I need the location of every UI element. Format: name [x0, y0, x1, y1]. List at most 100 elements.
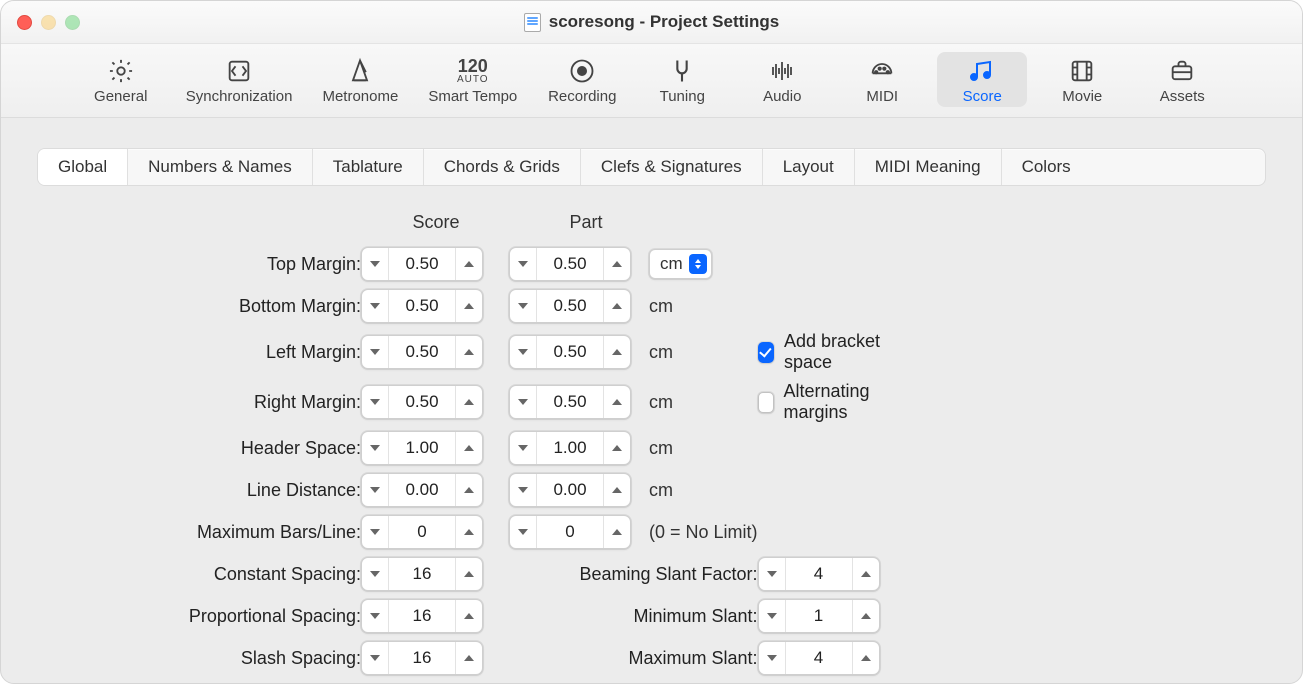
stepper-value[interactable]: 0.50 — [389, 392, 455, 412]
stepper-increment[interactable] — [852, 642, 879, 674]
stepper-value[interactable]: 16 — [389, 648, 455, 668]
bottom-margin-part-stepper[interactable]: 0.50 — [509, 289, 631, 323]
stepper-decrement[interactable] — [759, 600, 786, 632]
stepper-increment[interactable] — [455, 336, 482, 368]
stepper-value[interactable]: 0.50 — [537, 296, 603, 316]
tab-tuning[interactable]: Tuning — [637, 52, 727, 107]
stepper-value[interactable]: 0.00 — [389, 480, 455, 500]
stepper-value[interactable]: 4 — [786, 564, 852, 584]
stepper-value[interactable]: 0 — [389, 522, 455, 542]
stepper-increment[interactable] — [603, 432, 630, 464]
stepper-increment[interactable] — [455, 432, 482, 464]
stepper-value[interactable]: 0 — [537, 522, 603, 542]
left-margin-part-stepper[interactable]: 0.50 — [509, 335, 631, 369]
tab-midi[interactable]: MIDI — [837, 52, 927, 107]
stepper-value[interactable]: 0.50 — [389, 254, 455, 274]
stepper-decrement[interactable] — [362, 600, 389, 632]
subtab-tablature[interactable]: Tablature — [313, 149, 424, 185]
stepper-increment[interactable] — [603, 516, 630, 548]
stepper-increment[interactable] — [603, 336, 630, 368]
stepper-increment[interactable] — [852, 558, 879, 590]
stepper-value[interactable]: 0.50 — [537, 254, 603, 274]
slash-spacing-stepper[interactable]: 16 — [361, 641, 483, 675]
max-bars-score-stepper[interactable]: 0 — [361, 515, 483, 549]
stepper-decrement[interactable] — [510, 386, 537, 418]
tab-assets[interactable]: Assets — [1137, 52, 1227, 107]
tab-movie[interactable]: Movie — [1037, 52, 1127, 107]
max-bars-part-stepper[interactable]: 0 — [509, 515, 631, 549]
header-space-score-stepper[interactable]: 1.00 — [361, 431, 483, 465]
stepper-value[interactable]: 0.50 — [537, 392, 603, 412]
stepper-value[interactable]: 16 — [389, 564, 455, 584]
subtab-global[interactable]: Global — [38, 149, 128, 185]
header-space-part-stepper[interactable]: 1.00 — [509, 431, 631, 465]
stepper-decrement[interactable] — [362, 336, 389, 368]
subtab-numbers-names[interactable]: Numbers & Names — [128, 149, 313, 185]
subtab-layout[interactable]: Layout — [763, 149, 855, 185]
subtab-clefs-signatures[interactable]: Clefs & Signatures — [581, 149, 763, 185]
minimum-slant-stepper[interactable]: 1 — [758, 599, 880, 633]
stepper-value[interactable]: 0.00 — [537, 480, 603, 500]
stepper-increment[interactable] — [603, 474, 630, 506]
stepper-increment[interactable] — [455, 290, 482, 322]
stepper-decrement[interactable] — [362, 474, 389, 506]
maximum-slant-stepper[interactable]: 4 — [758, 641, 880, 675]
stepper-decrement[interactable] — [362, 248, 389, 280]
stepper-value[interactable]: 0.50 — [389, 296, 455, 316]
stepper-decrement[interactable] — [362, 558, 389, 590]
stepper-increment[interactable] — [455, 386, 482, 418]
tab-score[interactable]: Score — [937, 52, 1027, 107]
top-margin-part-stepper[interactable]: 0.50 — [509, 247, 631, 281]
tab-recording[interactable]: Recording — [537, 52, 627, 107]
stepper-value[interactable]: 0.50 — [537, 342, 603, 362]
stepper-increment[interactable] — [455, 600, 482, 632]
stepper-decrement[interactable] — [759, 558, 786, 590]
stepper-decrement[interactable] — [510, 432, 537, 464]
proportional-spacing-stepper[interactable]: 16 — [361, 599, 483, 633]
tab-metronome[interactable]: Metronome — [312, 52, 408, 107]
tab-general[interactable]: General — [76, 52, 166, 107]
stepper-decrement[interactable] — [759, 642, 786, 674]
line-distance-part-stepper[interactable]: 0.00 — [509, 473, 631, 507]
tab-smart-tempo[interactable]: 120 AUTO Smart Tempo — [418, 52, 527, 107]
bottom-margin-score-stepper[interactable]: 0.50 — [361, 289, 483, 323]
constant-spacing-stepper[interactable]: 16 — [361, 557, 483, 591]
stepper-increment[interactable] — [455, 642, 482, 674]
stepper-increment[interactable] — [455, 516, 482, 548]
right-margin-score-stepper[interactable]: 0.50 — [361, 385, 483, 419]
stepper-value[interactable]: 4 — [786, 648, 852, 668]
subtab-colors[interactable]: Colors — [1002, 149, 1091, 185]
left-margin-score-stepper[interactable]: 0.50 — [361, 335, 483, 369]
stepper-decrement[interactable] — [362, 642, 389, 674]
stepper-decrement[interactable] — [510, 516, 537, 548]
beaming-slant-stepper[interactable]: 4 — [758, 557, 880, 591]
stepper-increment[interactable] — [455, 248, 482, 280]
stepper-decrement[interactable] — [362, 290, 389, 322]
stepper-value[interactable]: 1.00 — [537, 438, 603, 458]
stepper-decrement[interactable] — [362, 386, 389, 418]
subtab-midi-meaning[interactable]: MIDI Meaning — [855, 149, 1002, 185]
stepper-value[interactable]: 16 — [389, 606, 455, 626]
stepper-increment[interactable] — [455, 558, 482, 590]
stepper-value[interactable]: 1 — [786, 606, 852, 626]
stepper-decrement[interactable] — [510, 336, 537, 368]
unit-popup[interactable]: cm — [649, 249, 712, 279]
stepper-decrement[interactable] — [362, 516, 389, 548]
subtab-chords-grids[interactable]: Chords & Grids — [424, 149, 581, 185]
add-bracket-space-checkbox[interactable]: Add bracket space — [758, 331, 898, 373]
stepper-increment[interactable] — [603, 386, 630, 418]
stepper-value[interactable]: 0.50 — [389, 342, 455, 362]
alternating-margins-checkbox[interactable]: Alternating margins — [758, 381, 898, 423]
stepper-decrement[interactable] — [510, 474, 537, 506]
tab-audio[interactable]: Audio — [737, 52, 827, 107]
stepper-decrement[interactable] — [362, 432, 389, 464]
line-distance-score-stepper[interactable]: 0.00 — [361, 473, 483, 507]
tab-synchronization[interactable]: Synchronization — [176, 52, 303, 107]
stepper-increment[interactable] — [603, 248, 630, 280]
stepper-increment[interactable] — [603, 290, 630, 322]
stepper-decrement[interactable] — [510, 290, 537, 322]
stepper-increment[interactable] — [455, 474, 482, 506]
top-margin-score-stepper[interactable]: 0.50 — [361, 247, 483, 281]
stepper-increment[interactable] — [852, 600, 879, 632]
right-margin-part-stepper[interactable]: 0.50 — [509, 385, 631, 419]
